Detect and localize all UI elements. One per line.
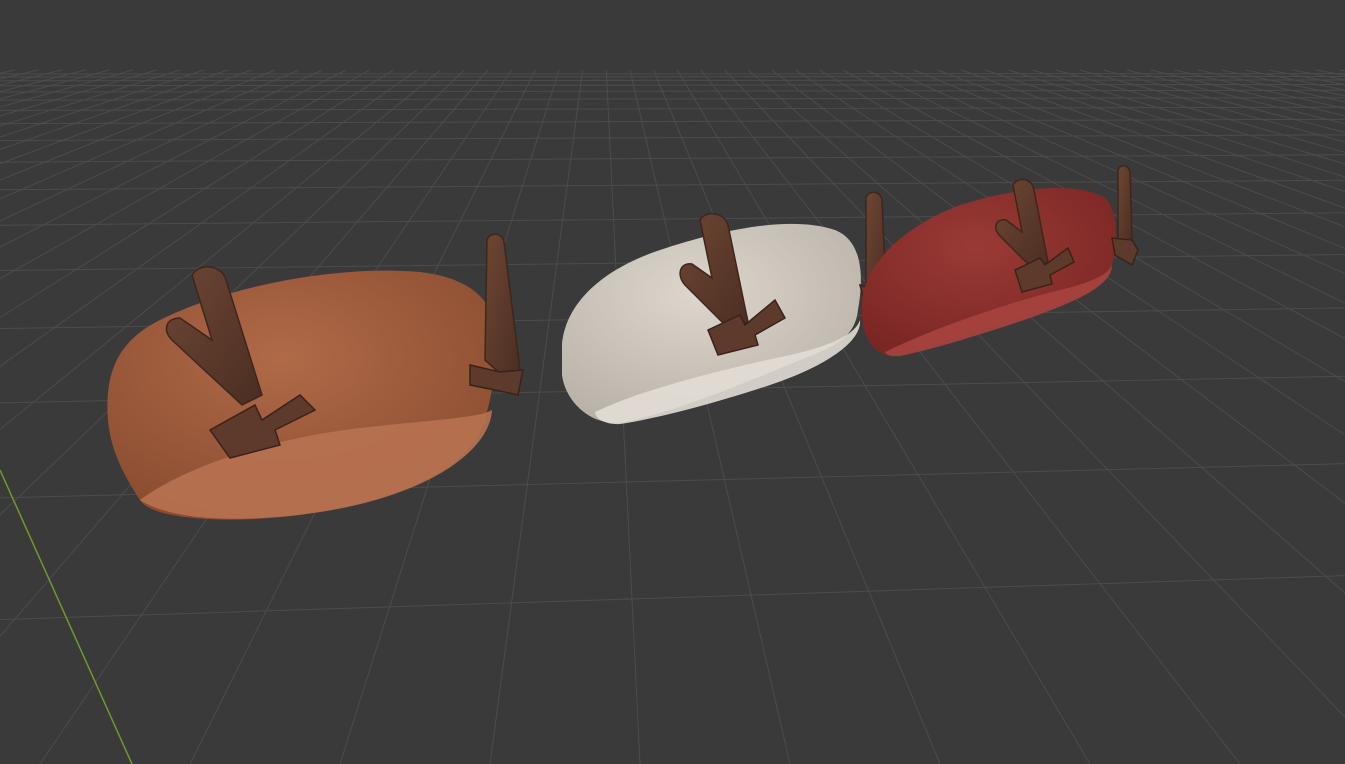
grid-line (0, 75, 1345, 78)
3d-viewport[interactable] (0, 0, 1345, 764)
beret-red-side-ornament (1117, 165, 1133, 248)
viewport-scene[interactable] (0, 0, 1345, 764)
